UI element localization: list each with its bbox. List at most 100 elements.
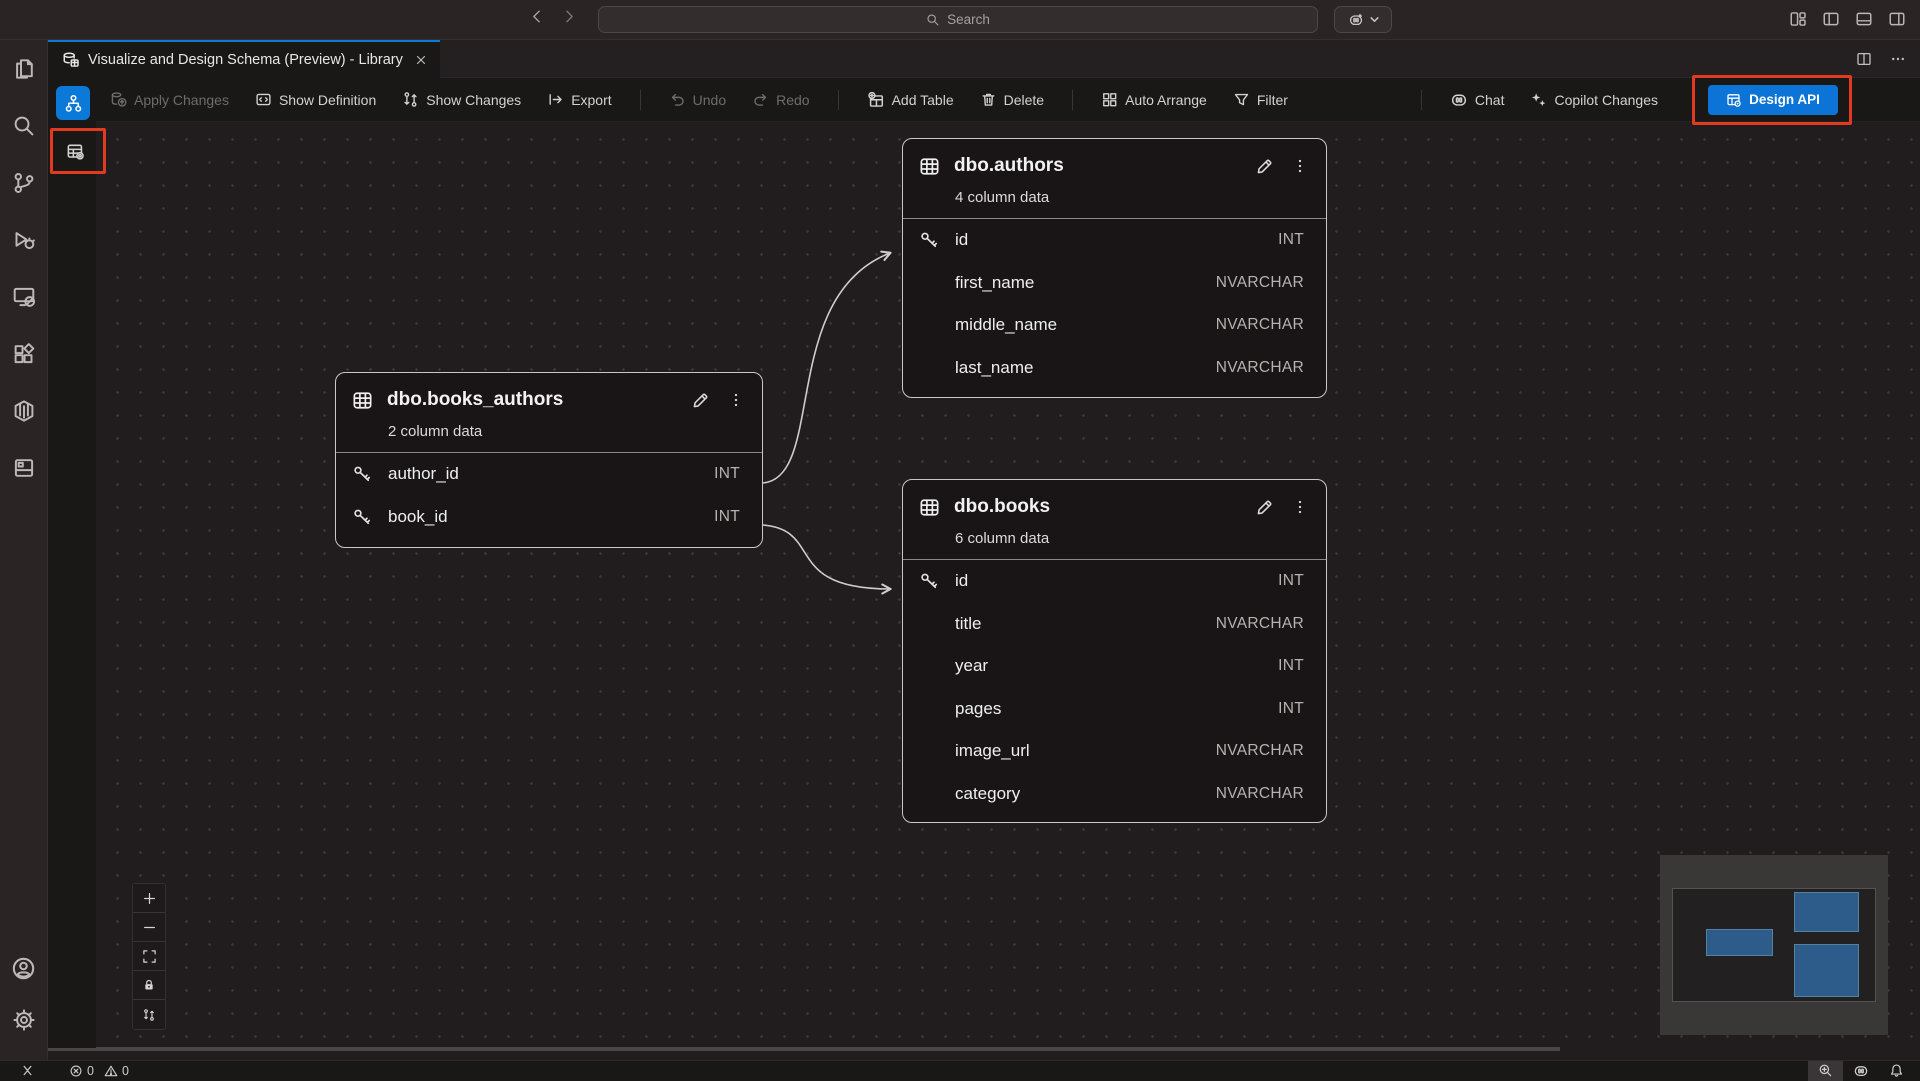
search-placeholder: Search: [947, 12, 990, 27]
apply-changes-button[interactable]: Apply Changes: [110, 91, 229, 108]
auto-arrange-button[interactable]: Auto Arrange: [1101, 91, 1207, 108]
table-card-authors[interactable]: dbo.authors 4 column data id INT first_n…: [902, 138, 1327, 398]
settings-button[interactable]: [0, 994, 47, 1046]
column-row[interactable]: category NVARCHAR: [903, 773, 1326, 816]
activity-database-projects[interactable]: [0, 439, 47, 496]
table-icon: [919, 497, 940, 518]
column-row[interactable]: title NVARCHAR: [903, 603, 1326, 646]
table-more-icon[interactable]: [728, 392, 744, 408]
column-row[interactable]: middle_name NVARCHAR: [903, 304, 1326, 347]
toolbar-separator: [838, 90, 839, 110]
horizontal-scrollbar[interactable]: [48, 1047, 1560, 1051]
back-arrow-icon[interactable]: [528, 8, 545, 25]
edit-table-icon[interactable]: [691, 391, 710, 410]
add-table-button[interactable]: Add Table: [867, 91, 954, 109]
tab-schema-designer[interactable]: Visualize and Design Schema (Preview) - …: [48, 40, 440, 78]
show-changes-button[interactable]: Show Changes: [402, 91, 521, 108]
rail-schema-visualizer-button[interactable]: [56, 86, 90, 120]
toolbar-separator: [640, 90, 641, 110]
title-bar: Search: [0, 0, 1920, 40]
account-button[interactable]: [0, 942, 47, 994]
primary-key-icon: [919, 230, 955, 250]
column-row[interactable]: author_id INT: [336, 453, 762, 496]
export-button[interactable]: Export: [547, 91, 611, 108]
notifications-bell-icon[interactable]: [1879, 1061, 1914, 1081]
tab-close-icon[interactable]: [414, 53, 428, 67]
column-count: 2 column data: [336, 411, 762, 453]
activity-source-control[interactable]: [0, 154, 47, 211]
table-more-icon[interactable]: [1292, 158, 1308, 174]
column-row[interactable]: first_name NVARCHAR: [903, 262, 1326, 305]
warning-count: 0: [122, 1064, 129, 1078]
copilot-changes-button[interactable]: Copilot Changes: [1530, 91, 1658, 108]
schema-icon: [64, 94, 83, 113]
edit-table-icon[interactable]: [1255, 157, 1274, 176]
reset-connections-button[interactable]: [133, 1000, 165, 1029]
table-card-books[interactable]: dbo.books 6 column data id INT title NVA…: [902, 479, 1327, 823]
zoom-out-button[interactable]: [133, 913, 165, 942]
minimap-node-authors: [1794, 892, 1859, 932]
minimap-node-books-authors: [1706, 929, 1773, 956]
chevron-down-icon: [1370, 16, 1379, 23]
problems-indicator[interactable]: 0 0: [69, 1064, 129, 1078]
chat-button[interactable]: Chat: [1450, 91, 1505, 109]
column-row[interactable]: id INT: [903, 560, 1326, 603]
database-upload-icon: [110, 91, 127, 108]
redo-icon: [752, 91, 769, 108]
warning-icon: [104, 1064, 118, 1078]
table-more-icon[interactable]: [1292, 499, 1308, 515]
zoom-in-button[interactable]: [133, 884, 165, 913]
undo-icon: [669, 91, 686, 108]
more-actions-icon[interactable]: [1890, 51, 1906, 67]
lock-button[interactable]: [133, 971, 165, 1000]
column-row[interactable]: id INT: [903, 219, 1326, 262]
definition-icon: [255, 91, 272, 108]
extensions-icon: [12, 342, 36, 366]
zoom-status-button[interactable]: [1808, 1061, 1843, 1081]
activity-search[interactable]: [0, 97, 47, 154]
layout-grid-icon: [1101, 91, 1118, 108]
table-card-books-authors[interactable]: dbo.books_authors 2 column data author_i…: [335, 372, 763, 548]
search-input[interactable]: Search: [598, 6, 1318, 33]
activity-remote-explorer[interactable]: [0, 268, 47, 325]
activity-explorer[interactable]: [0, 40, 47, 97]
status-bar: 0 0: [0, 1060, 1920, 1080]
filter-button[interactable]: Filter: [1233, 91, 1288, 108]
copilot-status-button[interactable]: [1843, 1061, 1879, 1081]
activity-run-debug[interactable]: [0, 211, 47, 268]
toggle-secondary-sidebar-icon[interactable]: [1888, 10, 1906, 28]
edit-table-icon[interactable]: [1255, 498, 1274, 517]
column-row[interactable]: pages INT: [903, 688, 1326, 731]
copilot-menu-button[interactable]: [1334, 6, 1392, 33]
column-row[interactable]: image_url NVARCHAR: [903, 730, 1326, 773]
column-row[interactable]: year INT: [903, 645, 1326, 688]
copilot-icon: [1853, 1063, 1869, 1079]
request-changes-icon: [402, 91, 419, 108]
toggle-panel-icon[interactable]: [1855, 10, 1873, 28]
minimap[interactable]: [1660, 855, 1888, 1035]
customize-layout-icon[interactable]: [1789, 10, 1807, 28]
filter-icon: [1233, 91, 1250, 108]
gear-icon: [12, 1008, 36, 1032]
table-title: dbo.books_authors: [387, 389, 563, 411]
design-api-button[interactable]: Design API: [1708, 85, 1838, 115]
show-definition-button[interactable]: Show Definition: [255, 91, 376, 108]
fit-view-button[interactable]: [133, 942, 165, 971]
search-icon: [926, 13, 940, 27]
tab-title: Visualize and Design Schema (Preview) - …: [88, 52, 403, 68]
forward-arrow-icon[interactable]: [561, 8, 578, 25]
rail-table-designer-button[interactable]: [58, 134, 92, 168]
column-row[interactable]: last_name NVARCHAR: [903, 347, 1326, 390]
activity-containers[interactable]: [0, 382, 47, 439]
redo-button[interactable]: Redo: [752, 91, 809, 108]
table-title: dbo.authors: [954, 155, 1064, 177]
copilot-icon: [1450, 91, 1468, 109]
column-row[interactable]: book_id INT: [336, 496, 762, 539]
primary-key-icon: [919, 571, 955, 591]
split-editor-icon[interactable]: [1856, 51, 1872, 67]
delete-button[interactable]: Delete: [980, 91, 1044, 108]
undo-button[interactable]: Undo: [669, 91, 726, 108]
toggle-primary-sidebar-icon[interactable]: [1822, 10, 1840, 28]
activity-extensions[interactable]: [0, 325, 47, 382]
remote-indicator[interactable]: [10, 1061, 45, 1081]
